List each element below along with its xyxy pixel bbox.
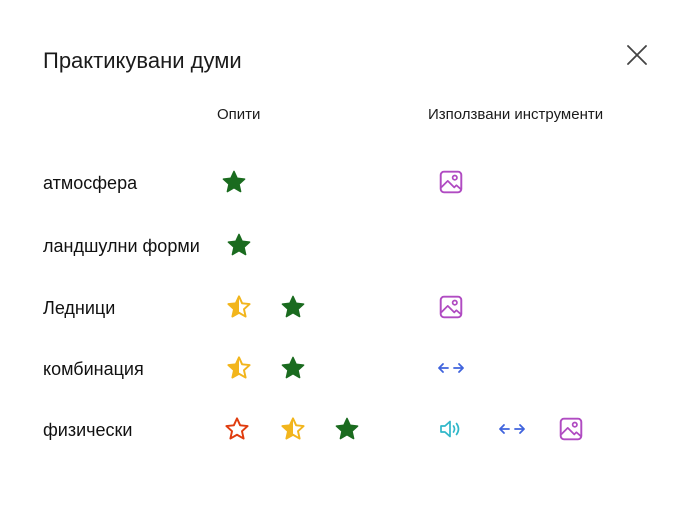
half-yellow-star-icon [278,414,308,444]
word-label: физически [43,420,133,440]
picture-icon [436,167,466,197]
word-label: ландшулни форми [43,236,200,256]
word-row: атмосфера [0,163,692,203]
word-row: физически [0,410,692,450]
green-star-icon [219,167,249,197]
picture-icon [436,292,466,322]
word-row: Ледници [0,288,692,328]
speaker-icon [436,414,466,444]
green-star-icon [332,414,362,444]
half-yellow-star-icon [224,353,254,383]
close-icon [627,45,647,65]
green-star-icon [224,230,254,260]
syllable-arrows-icon [436,353,466,383]
word-row: комбинация [0,349,692,389]
word-row: ландшулни форми [0,226,692,266]
tools-column-header: Използвани инструменти [428,106,604,123]
green-star-icon [278,353,308,383]
half-yellow-star-icon [224,292,254,322]
word-label: комбинация [43,359,144,379]
red-star-outline-icon [222,414,252,444]
close-button[interactable] [620,38,654,72]
green-star-icon [278,292,308,322]
attempts-column-header: Опити [217,106,261,123]
word-label: атмосфера [43,173,138,193]
dialog-title: Практикувани думи [43,48,242,73]
syllable-arrows-icon [497,414,527,444]
practiced-words-dialog: Практикувани думи Опити Използвани инстр… [0,0,692,515]
word-label: Ледници [43,298,116,318]
picture-icon [556,414,586,444]
